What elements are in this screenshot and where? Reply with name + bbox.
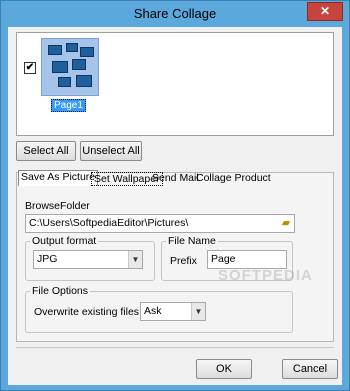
browse-folder-label: BrowseFolder <box>25 200 90 212</box>
window-title: Share Collage <box>133 6 217 21</box>
prefix-label: Prefix <box>170 255 197 267</box>
close-icon: ✕ <box>319 4 331 18</box>
thumbnail-tile <box>72 59 86 70</box>
thumbnail-tile <box>76 75 92 87</box>
output-format-select[interactable]: JPG ▼ <box>33 250 143 269</box>
unselect-all-button[interactable]: Unselect All <box>80 141 142 161</box>
ok-button[interactable]: OK <box>196 359 252 379</box>
select-all-button[interactable]: Select All <box>16 141 76 161</box>
close-button[interactable]: ✕ <box>307 2 343 21</box>
overwrite-select[interactable]: Ask ▼ <box>140 302 206 321</box>
thumbnail-tile <box>58 77 71 87</box>
folder-icon: ▰ <box>281 217 291 229</box>
browse-folder-button[interactable]: ▰ <box>278 215 294 232</box>
divider <box>16 347 334 348</box>
file-options-title: File Options <box>30 285 91 297</box>
folder-path-field[interactable]: C:\Users\SoftpediaEditor\Pictures\ <box>25 214 295 233</box>
tab-save-as-picture[interactable]: Save As Picture <box>18 170 99 186</box>
page-label[interactable]: Page1 <box>51 99 86 112</box>
chevron-down-icon[interactable]: ▼ <box>128 251 142 268</box>
cancel-button[interactable]: Cancel <box>282 359 338 379</box>
tab-collage-product[interactable]: Collage Product <box>194 172 273 186</box>
page-thumbnail-list[interactable]: ✔ Page1 <box>16 32 334 136</box>
file-name-title: File Name <box>166 235 218 247</box>
output-format-value: JPG <box>37 253 58 265</box>
thumbnail-tile <box>52 61 68 73</box>
checkbox-check-icon: ✔ <box>25 62 35 73</box>
output-format-title: Output format <box>30 235 99 247</box>
thumbnail-tile <box>66 43 78 52</box>
overwrite-label: Overwrite existing files <box>34 306 140 318</box>
thumbnail-tile <box>80 47 94 57</box>
dialog-client-area: ✔ Page1 Select All Unselect All Save As … <box>8 27 342 385</box>
share-collage-dialog: Share Collage ✕ ✔ Page1 Select All Unsel… <box>0 0 350 391</box>
watermark: SOFTPEDIA <box>218 267 313 284</box>
chevron-down-icon[interactable]: ▼ <box>191 303 205 320</box>
page-thumbnail[interactable] <box>41 38 99 96</box>
thumbnail-tile <box>48 45 62 55</box>
page-checkbox[interactable]: ✔ <box>24 62 36 74</box>
overwrite-value: Ask <box>144 305 162 317</box>
